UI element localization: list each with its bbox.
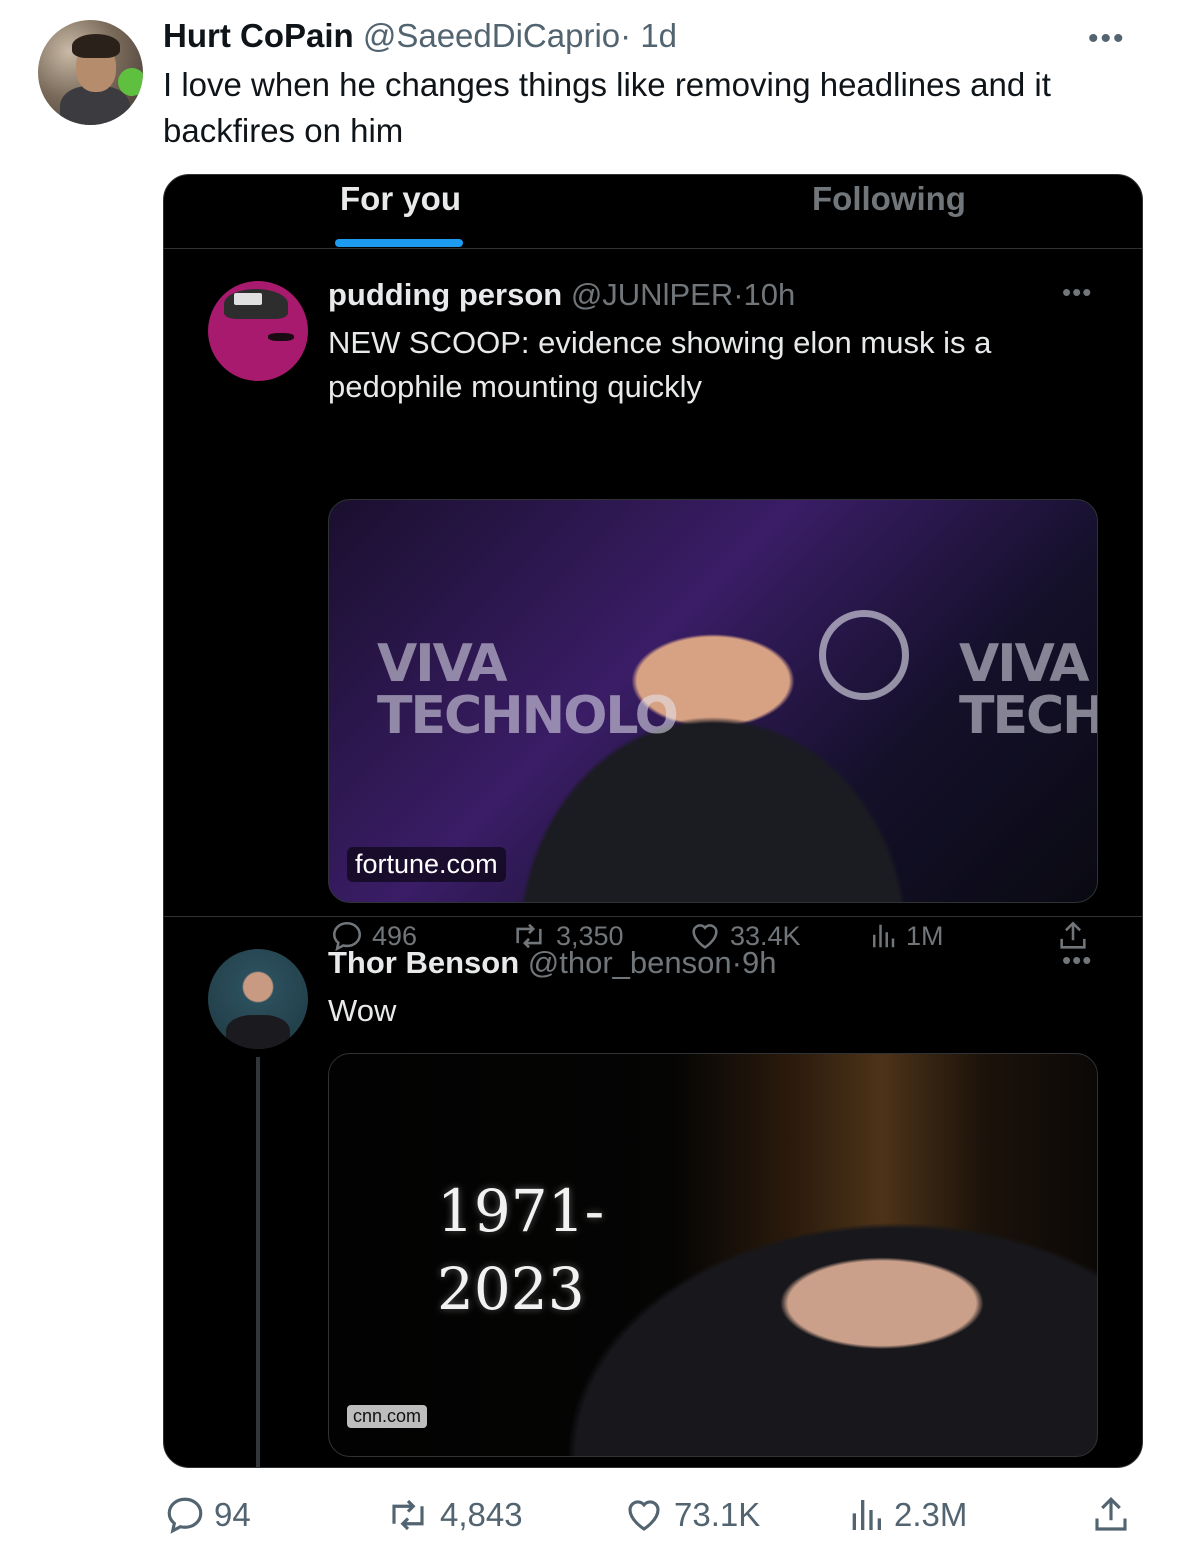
author-handle[interactable]: @thor_benson <box>528 945 732 980</box>
outer-tweet-header: Hurt CoPain @SaeedDiCaprio· 1d <box>163 16 677 56</box>
embedded-screenshot[interactable]: For you Following pudding person @JUNlPE… <box>163 174 1143 1468</box>
repost-button[interactable]: 4,843 <box>384 1494 523 1536</box>
views-chart-icon <box>846 1494 886 1536</box>
more-options-icon[interactable]: ••• <box>1088 22 1126 56</box>
tweet-text: NEW SCOOP: evidence showing elon musk is… <box>328 325 992 404</box>
like-button[interactable]: 73.1K <box>622 1494 760 1536</box>
memorial-years-text: 1971- 2023 <box>437 1177 605 1323</box>
reply-button[interactable]: 94 <box>164 1494 251 1536</box>
post-time[interactable]: 1d <box>640 17 677 54</box>
share-button[interactable] <box>1090 1494 1132 1536</box>
repost-icon <box>384 1494 432 1536</box>
link-source-label: cnn.com <box>347 1405 428 1428</box>
heart-icon <box>622 1494 666 1536</box>
more-options-icon[interactable]: ••• <box>1062 277 1092 308</box>
like-count: 73.1K <box>674 1496 761 1533</box>
repost-count: 4,843 <box>440 1496 523 1533</box>
link-card-image[interactable]: VIVA TECHNOLO VIVA TECH fortune.com <box>328 499 1098 903</box>
embedded-tweet[interactable]: Thor Benson @thor_benson·9h ••• Wow 1971… <box>164 917 1142 1467</box>
backdrop-v-logo <box>819 610 909 700</box>
avatar-shirt-shape <box>226 1015 290 1049</box>
embedded-tweet-header: Thor Benson @thor_benson·9h <box>328 943 776 983</box>
view-count: 2.3M <box>894 1496 968 1533</box>
pudding-person-avatar[interactable] <box>208 281 308 381</box>
reply-icon <box>164 1494 206 1536</box>
avatar-green-figure <box>118 68 143 96</box>
separator-dot: · <box>620 17 632 54</box>
more-options-icon[interactable]: ••• <box>1062 945 1092 976</box>
timeline-tabs: For you Following <box>164 175 1142 249</box>
avatar-hair-shape <box>72 34 120 58</box>
tab-for-you[interactable]: For you <box>340 177 461 221</box>
outer-tweet-actions: 94 4,843 73.1K 2.3M <box>0 1494 1179 1544</box>
link-card-image[interactable]: 1971- 2023 cnn.com <box>328 1053 1098 1457</box>
active-tab-indicator <box>335 239 463 247</box>
backdrop-logo-text: VIVA TECH <box>959 634 1098 746</box>
link-source-label: fortune.com <box>347 847 506 882</box>
tweet-text: I love when he changes things like remov… <box>163 66 1051 149</box>
avatar-hat-label-shape <box>234 293 262 305</box>
author-handle[interactable]: @SaeedDiCaprio <box>363 17 620 54</box>
author-name[interactable]: Hurt CoPain <box>163 17 354 54</box>
tweet-text: Wow <box>328 993 397 1028</box>
author-name[interactable]: Thor Benson <box>328 945 519 980</box>
thor-benson-avatar[interactable] <box>208 949 308 1049</box>
share-icon <box>1090 1494 1132 1536</box>
reply-count: 94 <box>214 1496 251 1533</box>
tab-following[interactable]: Following <box>812 177 966 221</box>
separator-dot: · <box>731 945 742 980</box>
backdrop-logo-text: VIVA TECHNOLO <box>377 634 679 746</box>
avatar-eye-shape <box>268 333 294 341</box>
post-time[interactable]: 9h <box>742 945 776 980</box>
separator-dot: · <box>733 277 744 312</box>
author-name[interactable]: pudding person <box>328 277 562 312</box>
author-handle[interactable]: @JUNlPER <box>571 277 733 312</box>
thread-connector-line <box>256 1057 260 1467</box>
post-time[interactable]: 10h <box>744 277 796 312</box>
embedded-tweet-header: pudding person @JUNlPER·10h <box>328 275 795 315</box>
views-button[interactable]: 2.3M <box>846 1494 967 1536</box>
embedded-tweet[interactable]: pudding person @JUNlPER·10h ••• NEW SCOO… <box>164 249 1142 952</box>
outer-avatar[interactable] <box>38 20 143 125</box>
